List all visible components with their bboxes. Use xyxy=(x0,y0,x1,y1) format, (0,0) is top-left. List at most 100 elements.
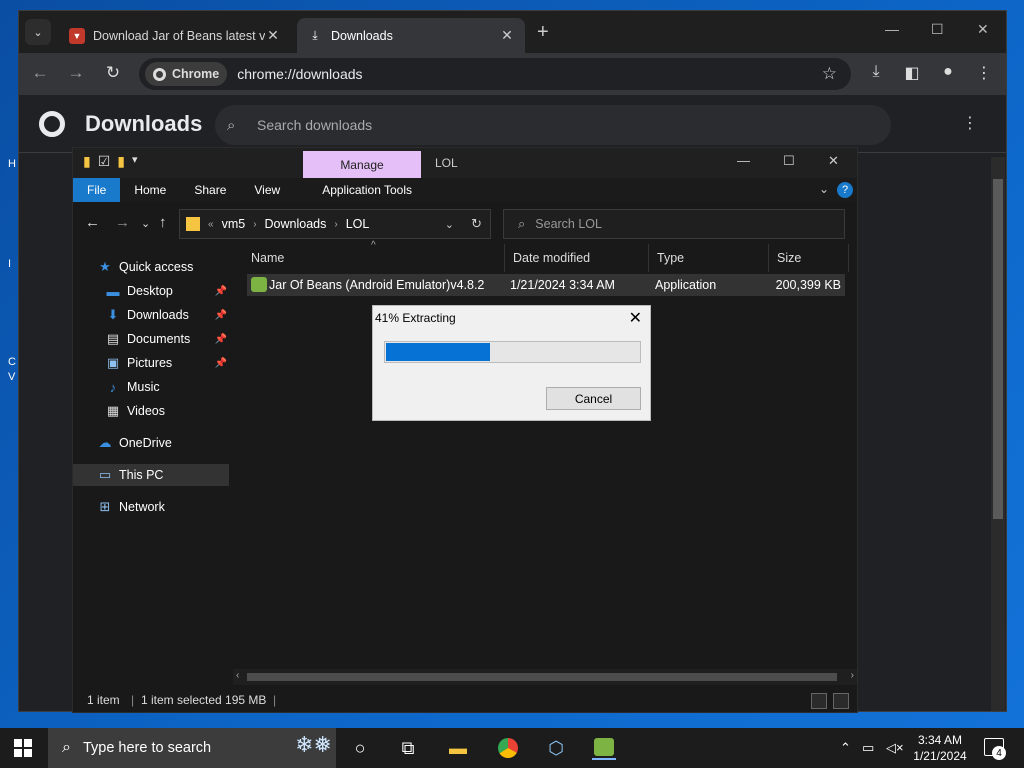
close-window-button[interactable]: ✕ xyxy=(828,153,839,169)
ribbon-tab-file[interactable]: File xyxy=(73,178,121,202)
scrollbar-thumb[interactable] xyxy=(247,673,837,681)
omnibox[interactable]: Chrome chrome://downloads ☆ xyxy=(139,58,851,90)
desktop-icon-label[interactable]: V xyxy=(8,371,18,383)
help-icon[interactable]: ? xyxy=(837,182,853,198)
nav-item-pictures[interactable]: ▣ Pictures 📌 xyxy=(105,352,229,374)
refresh-icon[interactable]: ↻ xyxy=(471,216,482,232)
up-button[interactable]: ↑ xyxy=(159,214,167,231)
network-icon: ⊞ xyxy=(99,499,111,514)
site-chip[interactable]: Chrome xyxy=(145,62,228,86)
close-window-button[interactable]: ✕ xyxy=(977,21,989,38)
nav-item-network[interactable]: ⊞ Network xyxy=(97,496,253,518)
jar-of-beans-icon[interactable] xyxy=(592,736,616,760)
nav-item-this-pc[interactable]: ▭ This PC xyxy=(73,464,229,486)
folder-icon[interactable]: ▮ xyxy=(83,153,91,170)
ribbon-tab-application-tools[interactable]: Application Tools xyxy=(308,178,426,202)
breadcrumb-separator[interactable]: › xyxy=(253,219,256,230)
page-scrollbar[interactable] xyxy=(991,157,1005,711)
column-header-type[interactable]: Type xyxy=(649,244,769,272)
status-divider: | xyxy=(131,693,135,707)
downloads-icon[interactable]: ⤓ xyxy=(865,63,887,81)
desktop-icon-label[interactable]: I xyxy=(8,258,18,270)
forward-button[interactable]: → xyxy=(115,214,130,231)
nav-item-documents[interactable]: ▤ Documents 📌 xyxy=(105,328,229,350)
table-row[interactable]: Jar Of Beans (Android Emulator)v4.8.2 1/… xyxy=(247,274,845,296)
menu-kebab-icon[interactable]: ⋮ xyxy=(973,63,995,83)
pin-icon: 📌 xyxy=(214,285,227,297)
chevron-down-icon[interactable]: ⌄ xyxy=(445,218,454,231)
manage-context-tab[interactable]: Manage xyxy=(303,151,421,178)
close-icon[interactable]: ✕ xyxy=(629,308,642,328)
column-label: Type xyxy=(657,251,685,265)
properties-icon[interactable]: ☑ xyxy=(98,153,111,170)
column-header-name[interactable]: Name ^ xyxy=(243,240,505,272)
system-clock[interactable]: 3:34 AM 1/21/2024 xyxy=(910,732,970,764)
recent-locations-icon[interactable]: ⌄ xyxy=(141,217,150,230)
virtualbox-icon[interactable]: ⬡ xyxy=(544,736,568,760)
search-placeholder: Search LOL xyxy=(535,217,602,231)
nav-item-videos[interactable]: ▦ Videos xyxy=(105,400,229,422)
nav-item-quick-access[interactable]: ★ Quick access xyxy=(97,256,253,278)
profile-icon[interactable]: ● xyxy=(937,63,959,81)
volume-muted-icon[interactable]: ◁× xyxy=(886,740,904,756)
new-tab-button[interactable]: + xyxy=(537,21,549,44)
breadcrumb-separator[interactable]: › xyxy=(334,219,337,230)
file-explorer-icon[interactable]: ▬ xyxy=(446,736,470,760)
desktop-icon-label[interactable]: C xyxy=(8,356,18,368)
downloads-search[interactable]: ⌕ Search downloads xyxy=(215,105,891,145)
nav-item-music[interactable]: ♪ Music xyxy=(105,376,229,398)
forward-button[interactable]: → xyxy=(65,63,87,83)
large-icons-view-button[interactable] xyxy=(833,693,849,709)
back-button[interactable]: ← xyxy=(85,214,100,231)
nav-item-desktop[interactable]: ▬ Desktop 📌 xyxy=(105,280,229,302)
network-icon[interactable]: ▭ xyxy=(862,740,874,756)
customize-dropdown-icon[interactable]: ▾ xyxy=(132,153,138,170)
breadcrumb-item[interactable]: vm5 xyxy=(222,217,246,231)
close-icon[interactable]: ✕ xyxy=(265,27,281,44)
reload-button[interactable]: ↻ xyxy=(102,63,124,83)
chrome-icon[interactable] xyxy=(496,736,520,760)
maximize-button[interactable]: ☐ xyxy=(783,153,795,169)
search-placeholder: Search downloads xyxy=(257,117,373,133)
cortana-icon[interactable]: ○ xyxy=(348,736,372,760)
nav-item-downloads[interactable]: ⬇ Downloads 📌 xyxy=(105,304,229,326)
tab-downloads[interactable]: ⤓ Downloads ✕ xyxy=(297,18,525,53)
start-button[interactable] xyxy=(14,739,32,757)
chevron-down-icon[interactable]: ⌄ xyxy=(819,182,829,196)
tab-jar-of-beans[interactable]: ▼ Download Jar of Beans latest v ✕ xyxy=(59,18,291,53)
more-options-icon[interactable]: ⋮ xyxy=(962,113,978,133)
details-view-button[interactable] xyxy=(811,693,827,709)
horizontal-scrollbar[interactable]: ‹ › xyxy=(233,669,857,685)
back-button[interactable]: ← xyxy=(29,63,51,83)
breadcrumb-item[interactable]: Downloads xyxy=(265,217,327,231)
ribbon-tab-view[interactable]: View xyxy=(240,178,294,202)
close-icon[interactable]: ✕ xyxy=(499,27,515,44)
ribbon-tab-home[interactable]: Home xyxy=(120,178,180,202)
cancel-button[interactable]: Cancel xyxy=(546,387,641,410)
maximize-button[interactable]: ☐ xyxy=(931,21,944,38)
task-view-icon[interactable]: ⧉ xyxy=(396,736,420,760)
progress-fill xyxy=(386,343,490,361)
show-hidden-icons-icon[interactable]: ⌃ xyxy=(840,740,851,756)
scrollbar-thumb[interactable] xyxy=(993,179,1003,519)
taskbar-search[interactable]: ⌕ Type here to search ❄❅ xyxy=(48,728,336,768)
side-panel-icon[interactable]: ◧ xyxy=(901,63,923,83)
scroll-left-icon[interactable]: ‹ xyxy=(236,670,239,681)
nav-item-onedrive[interactable]: ☁ OneDrive xyxy=(97,432,253,454)
breadcrumb-overflow[interactable]: « xyxy=(208,219,214,230)
address-bar[interactable]: « vm5 › Downloads › LOL ⌄ ↻ xyxy=(179,209,491,239)
url-text[interactable]: chrome://downloads xyxy=(237,66,362,82)
clock-time: 3:34 AM xyxy=(917,733,963,747)
column-header-date[interactable]: Date modified xyxy=(505,244,649,272)
explorer-search[interactable]: ⌕ Search LOL xyxy=(503,209,845,239)
column-header-size[interactable]: Size xyxy=(769,244,849,272)
scroll-right-icon[interactable]: › xyxy=(851,670,854,681)
minimize-button[interactable]: — xyxy=(885,21,899,37)
bookmark-star-icon[interactable]: ☆ xyxy=(822,64,837,84)
breadcrumb-item[interactable]: LOL xyxy=(346,217,370,231)
new-folder-icon[interactable]: ▮ xyxy=(117,153,125,170)
desktop-icon-label[interactable]: H xyxy=(8,158,18,170)
ribbon-tab-share[interactable]: Share xyxy=(180,178,240,202)
tab-search-button[interactable]: ⌄ xyxy=(25,19,51,45)
minimize-button[interactable]: — xyxy=(737,153,750,168)
